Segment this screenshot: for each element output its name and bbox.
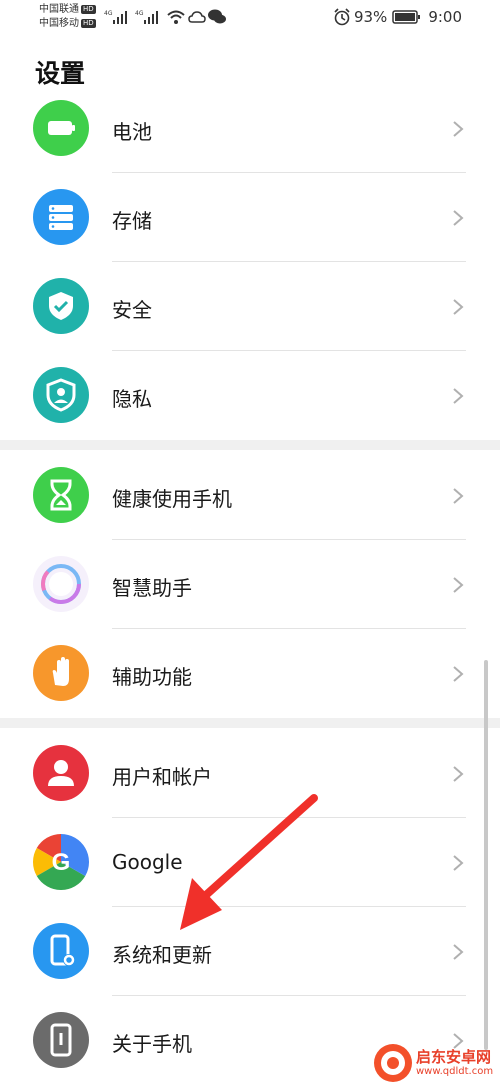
signal-icon: 4G (135, 10, 158, 24)
settings-item-digital-health[interactable]: 健康使用手机 (0, 451, 500, 540)
carrier-1: 中国联通 (39, 4, 79, 15)
settings-item-label: 安全 (112, 298, 152, 322)
chevron-right-icon (453, 666, 464, 682)
storage-icon (33, 189, 89, 245)
alarm-icon (334, 8, 350, 26)
watermark-text: 启东安卓网 (416, 1048, 492, 1066)
wechat-icon (208, 9, 226, 24)
settings-item-users-accounts[interactable]: 用户和帐户 (0, 729, 500, 818)
settings-item-label: Google (112, 850, 183, 874)
settings-item-label: 隐私 (112, 387, 152, 411)
assistant-icon (33, 556, 89, 612)
weather-icon (188, 11, 206, 23)
hd-badge: HD (81, 18, 96, 28)
carrier-info: 中国联通 HD 中国移动 HD (39, 3, 96, 31)
hourglass-icon (33, 467, 89, 523)
chevron-right-icon (453, 488, 464, 504)
settings-item-battery[interactable]: 电池 (0, 84, 500, 173)
settings-item-system-updates[interactable]: 系统和更新 (0, 907, 500, 996)
watermark-logo-icon (374, 1044, 412, 1082)
status-right: 93% 9:00 (333, 8, 462, 26)
hand-icon (33, 645, 89, 701)
chevron-right-icon (453, 855, 464, 871)
settings-item-accessibility[interactable]: 辅助功能 (0, 629, 500, 718)
watermark-url: www.qdldt.com (416, 1066, 494, 1077)
hd-badge: HD (81, 4, 96, 14)
privacy-icon (33, 367, 89, 423)
chevron-right-icon (453, 944, 464, 960)
svg-text:G: G (52, 849, 71, 876)
settings-item-security[interactable]: 安全 (0, 262, 500, 351)
chevron-right-icon (453, 210, 464, 226)
section-separator (0, 440, 500, 450)
phone-settings-icon (33, 923, 89, 979)
settings-item-smart-assistant[interactable]: 智慧助手 (0, 540, 500, 629)
security-shield-icon (33, 278, 89, 334)
svg-text:4G: 4G (104, 10, 113, 17)
wifi-icon (167, 10, 185, 24)
chevron-right-icon (453, 766, 464, 782)
scrollbar[interactable] (484, 660, 488, 1050)
status-bar: 中国联通 HD 中国移动 HD 4G 4G 93% 9:00 (0, 0, 500, 36)
battery-icon (33, 100, 89, 156)
clock-time: 9:00 (428, 8, 462, 26)
settings-item-label: 智慧助手 (112, 576, 192, 600)
watermark: 启东安卓网 www.qdldt.com (372, 1042, 500, 1084)
svg-text:4G: 4G (135, 10, 144, 17)
settings-item-privacy[interactable]: 隐私 (0, 351, 500, 440)
chevron-right-icon (453, 121, 464, 137)
user-icon (33, 745, 89, 801)
signal-icon: 4G (104, 10, 127, 24)
settings-item-label: 关于手机 (112, 1032, 192, 1056)
google-icon: G (33, 834, 89, 890)
battery-percent: 93% (353, 8, 388, 26)
settings-item-label: 用户和帐户 (112, 765, 212, 789)
phone-info-icon (33, 1012, 89, 1068)
carrier-2: 中国移动 (39, 18, 79, 29)
settings-item-google[interactable]: G Google (0, 818, 500, 907)
settings-item-storage[interactable]: 存储 (0, 173, 500, 262)
chevron-right-icon (453, 388, 464, 404)
settings-item-label: 系统和更新 (112, 943, 212, 967)
section-separator (0, 718, 500, 728)
chevron-right-icon (453, 299, 464, 315)
settings-item-label: 电池 (112, 120, 152, 144)
chevron-right-icon (453, 577, 464, 593)
settings-item-label: 辅助功能 (112, 665, 192, 689)
settings-item-label: 健康使用手机 (112, 487, 232, 511)
battery-status-icon (392, 10, 421, 24)
settings-item-label: 存储 (112, 209, 152, 233)
